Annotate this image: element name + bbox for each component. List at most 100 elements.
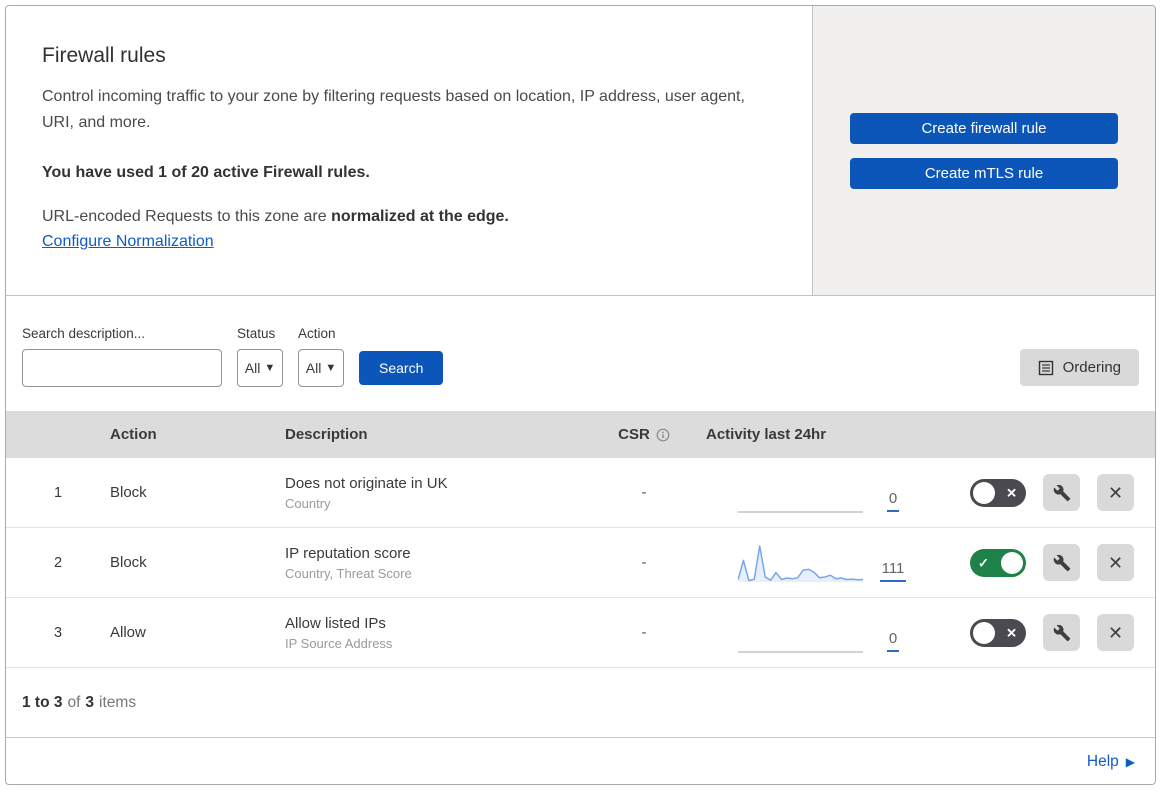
chevron-down-icon: ▼ — [325, 361, 337, 374]
close-icon: ✕ — [1107, 622, 1124, 643]
rule-enabled-toggle[interactable]: ✓ ✕ — [970, 478, 1026, 507]
toggle-knob — [1001, 551, 1023, 574]
search-group: Search description... — [22, 326, 222, 387]
table-row: 2 Block IP reputation score Country, Thr… — [6, 528, 1155, 598]
delete-rule-button[interactable]: ✕ — [1097, 614, 1134, 651]
rule-activity-cell: 0 — [706, 612, 936, 654]
table-row: 3 Allow Allow listed IPs IP Source Addre… — [6, 598, 1155, 668]
help-link[interactable]: Help ▶ — [1087, 753, 1135, 771]
create-mtls-rule-button[interactable]: Create mTLS rule — [850, 157, 1118, 189]
rule-enabled-toggle[interactable]: ✓ ✕ — [970, 548, 1026, 577]
total-count: 3 — [85, 693, 95, 711]
status-value: All — [244, 360, 261, 376]
status-group: Status All ▼ — [237, 326, 283, 387]
rule-csr: - — [641, 624, 647, 641]
create-firewall-rule-button[interactable]: Create firewall rule — [850, 112, 1118, 144]
normalization-bold: normalized at the edge. — [331, 208, 509, 225]
rule-description: IP reputation score — [285, 544, 411, 562]
rule-enabled-toggle[interactable]: ✓ ✕ — [970, 618, 1026, 647]
column-activity: Activity last 24hr — [706, 426, 827, 443]
csr-label: CSR — [618, 426, 650, 443]
configure-normalization-link[interactable]: Configure Normalization — [42, 233, 214, 250]
delete-rule-button[interactable]: ✕ — [1097, 474, 1134, 511]
rule-description-cell: Allow listed IPs IP Source Address — [285, 615, 582, 651]
column-action: Action — [110, 426, 157, 443]
activity-count-link[interactable]: 0 — [863, 490, 923, 512]
ordering-button[interactable]: Ordering — [1019, 349, 1139, 386]
rule-fields: Country — [285, 495, 331, 511]
rule-description: Allow listed IPs — [285, 614, 386, 632]
page-title: Firewall rules — [42, 44, 166, 67]
toggle-knob — [973, 621, 995, 644]
activity-count-link[interactable]: 111 — [863, 560, 923, 582]
ordering-label: Ordering — [1062, 359, 1121, 376]
column-csr: CSR — [582, 426, 706, 443]
firewall-rules-card: Firewall rules Control incoming traffic … — [5, 5, 1156, 785]
help-bar: Help ▶ — [6, 738, 1155, 784]
rule-controls: ✓ ✕ ✕ — [936, 544, 1155, 581]
activity-count: 0 — [886, 630, 900, 652]
info-icon[interactable] — [656, 428, 670, 442]
close-icon: ✕ — [1107, 552, 1124, 573]
rule-csr: - — [641, 484, 647, 501]
page-description: Control incoming traffic to your zone by… — [42, 88, 745, 131]
actions-panel: Create firewall rule Create mTLS rule — [813, 6, 1155, 295]
action-group: Action All ▼ — [298, 326, 344, 387]
normalization-note: URL-encoded Requests to this zone are no… — [42, 208, 776, 226]
search-label: Search description... — [22, 326, 146, 341]
activity-sparkline — [738, 544, 863, 582]
of-text: of — [67, 693, 81, 711]
table-row: 1 Block Does not originate in UK Country… — [6, 458, 1155, 528]
rule-activity-cell: 0 — [706, 472, 936, 514]
rule-activity-cell: 111 — [706, 542, 936, 584]
rule-fields: IP Source Address — [285, 635, 393, 651]
table-header: Action Description CSR Activity last 24h… — [6, 411, 1155, 458]
rule-priority: 1 — [53, 484, 63, 501]
rule-controls: ✓ ✕ ✕ — [936, 614, 1155, 651]
x-icon: ✕ — [1006, 485, 1017, 500]
activity-count-link[interactable]: 0 — [863, 630, 923, 652]
ordering-list-icon — [1038, 360, 1053, 375]
x-icon: ✕ — [1006, 625, 1017, 640]
wrench-icon — [1053, 554, 1070, 571]
status-dropdown[interactable]: All ▼ — [237, 349, 283, 387]
range-text: 1 to 3 — [22, 693, 63, 711]
wrench-icon — [1053, 484, 1070, 501]
normalization-text: URL-encoded Requests to this zone are — [42, 208, 332, 225]
toggle-knob — [973, 481, 995, 504]
activity-count: 111 — [879, 560, 907, 582]
search-input[interactable] — [41, 360, 222, 376]
column-description: Description — [285, 426, 368, 443]
help-label: Help — [1086, 753, 1119, 770]
pagination-summary: 1 to 3 of 3 items — [6, 668, 1155, 738]
intro-panel: Firewall rules Control incoming traffic … — [6, 6, 813, 295]
rule-controls: ✓ ✕ ✕ — [936, 474, 1155, 511]
action-value: All — [305, 360, 322, 376]
chevron-down-icon: ▼ — [264, 361, 276, 374]
edit-rule-button[interactable] — [1043, 544, 1080, 581]
top-section: Firewall rules Control incoming traffic … — [6, 6, 1155, 296]
check-icon: ✓ — [978, 555, 989, 570]
filter-bar: Search description... Status All ▼ Actio… — [6, 296, 1155, 411]
rule-priority: 3 — [53, 624, 63, 641]
usage-summary: You have used 1 of 20 active Firewall ru… — [42, 164, 370, 181]
rule-csr: - — [641, 554, 647, 571]
rule-priority: 2 — [53, 554, 63, 571]
rule-action: Allow — [110, 624, 146, 641]
activity-count: 0 — [886, 490, 900, 512]
edit-rule-button[interactable] — [1043, 474, 1080, 511]
close-icon: ✕ — [1107, 482, 1124, 503]
rule-description-cell: Does not originate in UK Country — [285, 475, 582, 511]
rule-fields: Country, Threat Score — [285, 565, 412, 581]
action-label: Action — [298, 326, 336, 341]
rule-description: Does not originate in UK — [285, 474, 448, 492]
action-dropdown[interactable]: All ▼ — [298, 349, 344, 387]
activity-sparkline — [738, 650, 863, 653]
activity-sparkline — [738, 510, 863, 513]
search-input-box[interactable] — [22, 349, 222, 387]
edit-rule-button[interactable] — [1043, 614, 1080, 651]
search-button[interactable]: Search — [359, 351, 444, 385]
rule-action: Block — [110, 554, 147, 571]
rule-description-cell: IP reputation score Country, Threat Scor… — [285, 545, 582, 581]
delete-rule-button[interactable]: ✕ — [1097, 544, 1134, 581]
